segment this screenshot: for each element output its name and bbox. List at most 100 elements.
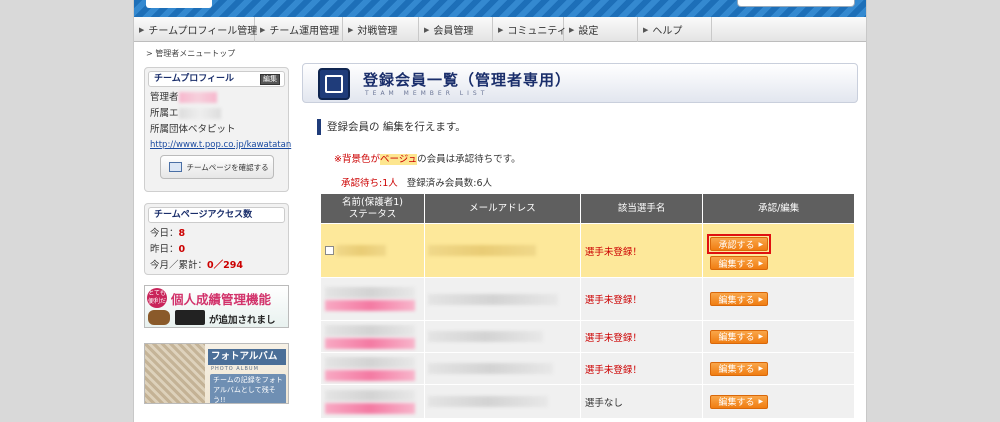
registered-count: 登録済み会員数:6人 <box>406 178 493 189</box>
stats-feature-banner[interactable]: とても便利だ 個人成績管理機能 が追加されました!! <box>144 285 289 328</box>
actions-cell: 編集する ▶ <box>702 320 855 353</box>
arrow-right-icon: ▶ <box>758 365 764 372</box>
redacted-area <box>178 108 221 119</box>
member-email-cell <box>423 223 581 278</box>
nav-help[interactable]: ▶ ヘルプ <box>638 17 712 42</box>
banner-tag: とても便利だ <box>147 288 167 308</box>
member-list-icon <box>318 68 350 100</box>
table-row: 選手未登録！ 承認する ▶ 編集する ▶ <box>320 223 855 278</box>
intro-text: 登録会員の 編集を行えます。 <box>317 119 466 135</box>
pending-count: 承認待ち:1人 <box>341 178 398 189</box>
page: ▶ チームプロフィール管理 ▶ チーム運用管理 ▶ 対戦管理 ▶ 会員管理 ▶ コミュニテ… <box>133 0 867 422</box>
arrow-right-icon: ▶ <box>758 295 764 303</box>
nav-team-operation[interactable]: ▶ チーム運用管理 <box>255 17 343 42</box>
member-name-cell <box>320 320 425 353</box>
table-row: 選手なし 編集する ▶ <box>320 384 855 419</box>
arrow-right-icon: ▶ <box>424 25 430 34</box>
member-email-cell <box>423 352 581 385</box>
arrow-right-icon: ▶ <box>758 398 764 405</box>
arrow-right-icon: ▶ <box>643 25 649 34</box>
member-counts: 承認待ち:1人 登録済み会員数:6人 <box>341 175 492 189</box>
org-row: 所属団体ベタピット <box>150 124 236 135</box>
nav-team-profile[interactable]: ▶ チームプロフィール管理 <box>134 17 257 42</box>
actions-cell: 編集する ▶ <box>702 352 855 385</box>
player-cell: 選手未登録！ <box>579 320 704 353</box>
edit-button[interactable]: 編集する ▶ <box>710 256 769 270</box>
member-name-cell <box>320 352 425 385</box>
nav-settings[interactable]: ▶ 設定 <box>564 17 638 42</box>
actions-cell: 承認する ▶ 編集する ▶ <box>702 223 855 278</box>
access-month: 今月／累計：0／294 <box>150 260 243 271</box>
team-profile-panel: チームプロフィール 編集 管理者 所属エ 所属団体ベタピット http://ww… <box>144 67 291 192</box>
col-actions: 承認/編集 <box>702 193 855 224</box>
actions-cell: 編集する ▶ <box>702 384 855 419</box>
panel-title: チームページアクセス数 <box>148 207 285 223</box>
member-name-cell <box>320 223 425 278</box>
page-title: 登録会員一覧（管理者専用） <box>363 71 572 89</box>
arrow-right-icon: ▶ <box>569 25 575 34</box>
nav-members[interactable]: ▶ 会員管理 <box>419 17 493 42</box>
baseball-photo <box>145 344 205 403</box>
member-email-cell <box>423 320 581 353</box>
page-title-bar: 登録会員一覧（管理者専用） TEAM MEMBER LIST <box>302 63 858 103</box>
site-logo[interactable] <box>146 0 212 8</box>
banner-subtext: が追加されました!! <box>209 315 276 326</box>
player-cell: 選手なし <box>579 384 704 419</box>
check-team-page-button[interactable]: チームページを確認する <box>159 155 274 179</box>
arrow-right-icon: ▶ <box>758 333 764 340</box>
table-row: 選手未登録！ 編集する ▶ <box>320 277 855 321</box>
edit-badge[interactable]: 編集 <box>260 74 280 85</box>
edit-button[interactable]: 編集する ▶ <box>710 394 769 409</box>
arrow-right-icon: ▶ <box>260 25 266 34</box>
redacted-admin <box>178 92 217 103</box>
banner-headline: 個人成績管理機能 <box>171 292 272 307</box>
approve-highlight: 承認する ▶ <box>707 234 772 254</box>
member-table: 名前(保護者1) ステータス メールアドレス 該当選手名 承認/編集 選手未登録… <box>320 193 855 419</box>
edit-button[interactable]: 編集する ▶ <box>710 329 769 344</box>
panel-title: チームプロフィール 編集 <box>148 71 285 87</box>
page-icon <box>168 162 182 172</box>
pending-note: ※背景色がベージュの会員は承認待ちです。 <box>334 154 521 165</box>
nav-match[interactable]: ▶ 対戦管理 <box>343 17 419 42</box>
member-name-cell <box>320 384 425 419</box>
select-checkbox[interactable] <box>325 246 334 255</box>
redacted-email <box>427 245 536 256</box>
access-panel: チームページアクセス数 今日：8 昨日：0 今月／累計：0／294 <box>144 203 289 275</box>
table-row: 選手未登録！ 編集する ▶ <box>320 320 855 353</box>
search-input[interactable] <box>737 0 855 7</box>
nav-community[interactable]: ▶ コミュニティ <box>493 17 567 42</box>
arrow-right-icon: ▶ <box>139 25 145 34</box>
col-email: メールアドレス <box>423 193 581 224</box>
photo-album-banner[interactable]: フォトアルバム PHOTO ALBUM チームの記録をフォトアルバムとして残そう… <box>144 343 289 404</box>
scoreboard-icon <box>175 310 205 325</box>
arrow-right-icon: ▶ <box>758 259 764 267</box>
approve-button[interactable]: 承認する ▶ <box>710 237 769 251</box>
header-band <box>134 0 866 17</box>
access-today: 今日：8 <box>150 228 186 239</box>
main-nav: ▶ チームプロフィール管理 ▶ チーム運用管理 ▶ 対戦管理 ▶ 会員管理 ▶ コミュニテ… <box>134 17 866 42</box>
banner-headline: フォトアルバム <box>208 349 286 365</box>
glove-icon <box>148 310 170 325</box>
actions-cell: 編集する ▶ <box>702 277 855 321</box>
edit-button[interactable]: 編集する ▶ <box>710 361 769 376</box>
member-email-cell <box>423 277 581 321</box>
admin-row: 管理者 <box>145 90 288 106</box>
breadcrumb[interactable]: > 管理者メニュートップ <box>146 48 235 59</box>
access-yesterday: 昨日：0 <box>150 244 186 255</box>
player-cell: 選手未登録！ <box>579 277 704 321</box>
table-header-row: 名前(保護者1) ステータス メールアドレス 該当選手名 承認/編集 <box>320 193 855 224</box>
player-cell: 選手未登録！ <box>579 223 704 278</box>
arrow-right-icon: ▶ <box>758 240 764 248</box>
arrow-right-icon: ▶ <box>348 25 354 34</box>
edit-button[interactable]: 編集する ▶ <box>710 292 769 306</box>
banner-headline-en: PHOTO ALBUM <box>211 366 259 372</box>
page-title-en: TEAM MEMBER LIST <box>365 90 489 97</box>
area-row: 所属エ <box>145 106 288 122</box>
col-name-status: 名前(保護者1) ステータス <box>320 193 425 224</box>
player-cell: 選手未登録！ <box>579 352 704 385</box>
banner-description: チームの記録をフォトアルバムとして残そう!! <box>210 374 286 403</box>
redacted-name <box>336 245 386 256</box>
arrow-right-icon: ▶ <box>498 25 504 34</box>
member-email-cell <box>423 384 581 419</box>
team-url-link[interactable]: http://www.t.pop.co.jp/kawatatan <box>145 138 291 152</box>
